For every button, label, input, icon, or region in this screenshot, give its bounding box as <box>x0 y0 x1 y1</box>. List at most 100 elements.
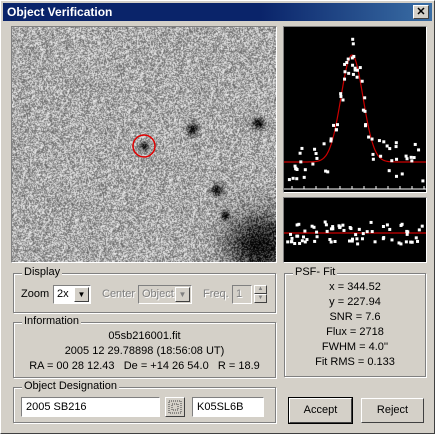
psf-data-point <box>291 176 295 180</box>
center-select[interactable]: Object ▼ <box>138 285 192 304</box>
residual-data-point <box>420 224 424 228</box>
residual-data-point <box>313 239 317 243</box>
target-marker-circle <box>132 134 156 158</box>
object-designation-group: Object Designation 2005 SB216 K05SL6B <box>13 380 276 423</box>
psf-data-point <box>293 164 297 168</box>
info-datetime: 2005 12 29.78898 (18:56:08 UT) <box>64 345 225 357</box>
psf-residual-plot <box>283 197 427 263</box>
psf-data-point <box>295 168 299 172</box>
designation-code-field[interactable]: K05SL6B <box>192 397 264 417</box>
close-button[interactable]: ✕ <box>413 5 429 19</box>
psf-data-point <box>350 56 354 60</box>
residual-data-point <box>417 228 421 232</box>
psf-residual-chart <box>284 220 426 246</box>
psf-fit-group: PSF- Fit x = 344.52 y = 227.94 SNR = 7.6… <box>284 266 426 377</box>
freq-spin-up-icon[interactable]: ▲ <box>254 285 267 294</box>
accept-button[interactable]: Accept <box>288 397 353 424</box>
psf-data-point <box>351 63 355 67</box>
freq-spin-down-icon[interactable]: ▼ <box>254 294 267 303</box>
residual-data-point <box>302 235 306 239</box>
chevron-down-icon[interactable]: ▼ <box>74 287 89 302</box>
residual-data-point <box>295 234 299 238</box>
residual-data-point <box>373 240 377 244</box>
psf-data-point <box>351 72 355 76</box>
psf-data-point <box>339 92 343 96</box>
psf-data-point <box>361 108 365 112</box>
psf-data-point <box>367 135 371 139</box>
residual-data-point <box>381 237 385 241</box>
object-verification-dialog: Object Verification ✕ Display Zoom 2x ▼ … <box>0 0 435 434</box>
residual-data-point <box>357 227 361 231</box>
psf-data-point <box>343 77 347 81</box>
zoom-select[interactable]: 2x ▼ <box>53 285 91 304</box>
info-coordinates: RA = 00 28 12.43 De = +14 26 54.0 R = 18… <box>29 360 260 372</box>
psf-x-value: x = 344.52 <box>329 281 381 293</box>
residual-data-point <box>303 229 307 233</box>
psf-data-point <box>390 159 394 163</box>
psf-data-point <box>421 179 425 183</box>
psf-data-point <box>377 139 381 143</box>
residual-data-point <box>297 222 301 226</box>
residual-data-point <box>356 242 360 246</box>
residual-data-point <box>293 242 297 246</box>
residual-data-point <box>325 229 329 233</box>
psf-data-point <box>326 170 330 174</box>
residual-data-point <box>350 239 354 243</box>
reject-button-label: Reject <box>376 404 409 416</box>
psf-data-point <box>394 174 398 178</box>
residual-data-point <box>289 232 293 236</box>
residual-data-point <box>354 233 358 237</box>
psf-data-point <box>341 98 345 102</box>
psf-data-point <box>343 70 347 74</box>
information-group: Information 05sb216001.fit 2005 12 29.78… <box>13 315 276 378</box>
residual-data-point <box>298 241 302 245</box>
psf-data-point <box>351 42 355 46</box>
psf-data-point <box>322 142 326 146</box>
psf-data-point <box>303 168 307 172</box>
display-group: Display Zoom 2x ▼ Center Object ▼ Freq. … <box>13 266 276 313</box>
freq-value: 1 <box>236 288 243 300</box>
psf-data-point <box>363 96 367 100</box>
residual-data-point <box>300 239 304 243</box>
residual-data-point <box>416 239 420 243</box>
residual-data-point <box>385 223 389 227</box>
psf-data-point <box>346 57 350 61</box>
chevron-down-icon[interactable]: ▼ <box>175 287 190 302</box>
dotted-grid-icon <box>168 400 182 414</box>
residual-data-point <box>414 236 418 240</box>
residual-data-point <box>333 239 337 243</box>
psf-rms-value: Fit RMS = 0.133 <box>315 356 395 368</box>
psf-data-point <box>347 71 351 75</box>
information-group-title: Information <box>22 315 82 327</box>
residual-data-point <box>399 242 403 246</box>
psf-data-point <box>358 66 362 70</box>
residual-data-point <box>360 237 364 241</box>
residual-data-point <box>286 240 290 244</box>
designation-code: K05SL6B <box>197 401 244 413</box>
psf-data-point <box>388 147 392 151</box>
designation-name-field[interactable]: 2005 SB216 <box>21 397 160 417</box>
psf-fwhm-value: FWHM = 4.0'' <box>321 341 389 353</box>
psf-data-point <box>417 148 421 152</box>
object-image-panel[interactable] <box>11 26 277 263</box>
psf-data-point <box>395 157 399 161</box>
reject-button[interactable]: Reject <box>361 398 424 423</box>
psf-fit-group-title: PSF- Fit <box>293 266 338 278</box>
freq-input[interactable]: 1 <box>232 285 252 304</box>
residual-data-point <box>390 238 394 242</box>
psf-data-point <box>400 172 404 176</box>
residual-data-point <box>404 240 408 244</box>
residual-data-point <box>312 225 316 229</box>
residual-data-point <box>405 229 409 233</box>
psf-data-point <box>311 162 315 166</box>
psf-data-point <box>335 123 339 127</box>
psf-data-point <box>371 152 375 156</box>
residual-data-point <box>388 227 392 231</box>
psf-data-point <box>382 140 386 144</box>
lookup-button[interactable] <box>165 397 185 417</box>
psf-data-point <box>351 37 355 41</box>
psf-data-point <box>300 146 304 150</box>
title-bar[interactable]: Object Verification ✕ <box>3 3 432 21</box>
psf-data-point <box>412 156 416 160</box>
designation-group-title: Object Designation <box>22 380 119 392</box>
